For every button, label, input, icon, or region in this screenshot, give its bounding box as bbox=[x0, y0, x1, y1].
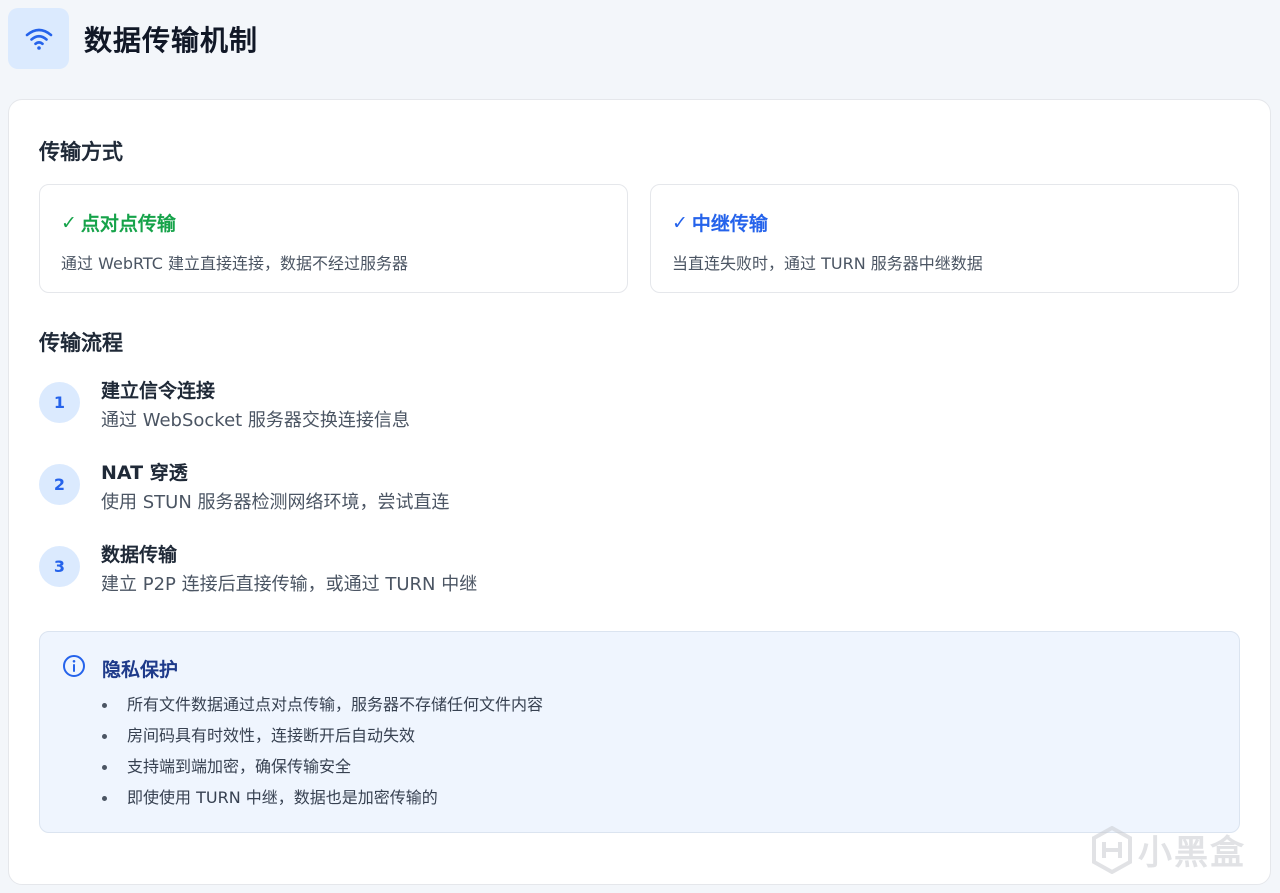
flow-step-2: 2 NAT 穿透 使用 STUN 服务器检测网络环境，尝试直连 bbox=[39, 458, 739, 528]
step-desc: 建立 P2P 连接后直接传输，或通过 TURN 中继 bbox=[101, 574, 478, 595]
method-card-p2p: ✓ 点对点传输 通过 WebRTC 建立直接连接，数据不经过服务器 bbox=[39, 184, 628, 293]
method-card-relay: ✓ 中继传输 当直连失败时，通过 TURN 服务器中继数据 bbox=[650, 184, 1239, 293]
list-item: 支持端到端加密，确保传输安全 bbox=[100, 756, 543, 787]
method-title-p2p: ✓ 点对点传输 bbox=[61, 209, 176, 236]
wifi-icon bbox=[8, 8, 69, 69]
list-item: 所有文件数据通过点对点传输，服务器不存储任何文件内容 bbox=[100, 694, 543, 725]
watermark-text: 小黑盒 bbox=[1138, 833, 1246, 873]
step-desc: 使用 STUN 服务器检测网络环境，尝试直连 bbox=[101, 492, 450, 513]
content-card: 传输方式 ✓ 点对点传输 通过 WebRTC 建立直接连接，数据不经过服务器 ✓… bbox=[8, 99, 1271, 885]
list-item: 房间码具有时效性，连接断开后自动失效 bbox=[100, 725, 543, 756]
step-title: NAT 穿透 bbox=[101, 462, 188, 484]
page-title: 数据传输机制 bbox=[84, 24, 259, 57]
flow-step-3: 3 数据传输 建立 P2P 连接后直接传输，或通过 TURN 中继 bbox=[39, 540, 739, 610]
page-header: 数据传输机制 bbox=[0, 0, 1280, 80]
step-number-badge: 1 bbox=[39, 382, 80, 423]
method-desc-relay: 当直连失败时，通过 TURN 服务器中继数据 bbox=[672, 254, 983, 273]
method-title-label: 中继传输 bbox=[691, 213, 768, 235]
info-icon bbox=[62, 654, 86, 682]
privacy-list: 所有文件数据通过点对点传输，服务器不存储任何文件内容 房间码具有时效性，连接断开… bbox=[100, 694, 543, 818]
methods-section-title: 传输方式 bbox=[39, 140, 123, 164]
step-number-badge: 3 bbox=[39, 546, 80, 587]
method-title-label: 点对点传输 bbox=[80, 213, 176, 235]
list-item: 即使使用 TURN 中继，数据也是加密传输的 bbox=[100, 787, 543, 818]
step-title: 建立信令连接 bbox=[101, 380, 216, 402]
flow-step-1: 1 建立信令连接 通过 WebSocket 服务器交换连接信息 bbox=[39, 376, 739, 446]
watermark: 小黑盒 bbox=[1090, 825, 1246, 874]
step-number-badge: 2 bbox=[39, 464, 80, 505]
method-title-relay: ✓ 中继传输 bbox=[672, 209, 768, 236]
flow-section-title: 传输流程 bbox=[39, 331, 123, 355]
step-desc: 通过 WebSocket 服务器交换连接信息 bbox=[101, 410, 410, 431]
check-icon: ✓ bbox=[672, 211, 688, 234]
method-desc-p2p: 通过 WebRTC 建立直接连接，数据不经过服务器 bbox=[61, 254, 409, 273]
privacy-title: 隐私保护 bbox=[102, 658, 179, 681]
privacy-notice: 隐私保护 所有文件数据通过点对点传输，服务器不存储任何文件内容 房间码具有时效性… bbox=[39, 631, 1240, 833]
step-title: 数据传输 bbox=[101, 544, 178, 566]
privacy-header: 隐私保护 bbox=[62, 654, 178, 682]
watermark-logo-icon bbox=[1092, 825, 1132, 874]
check-icon: ✓ bbox=[61, 211, 77, 234]
